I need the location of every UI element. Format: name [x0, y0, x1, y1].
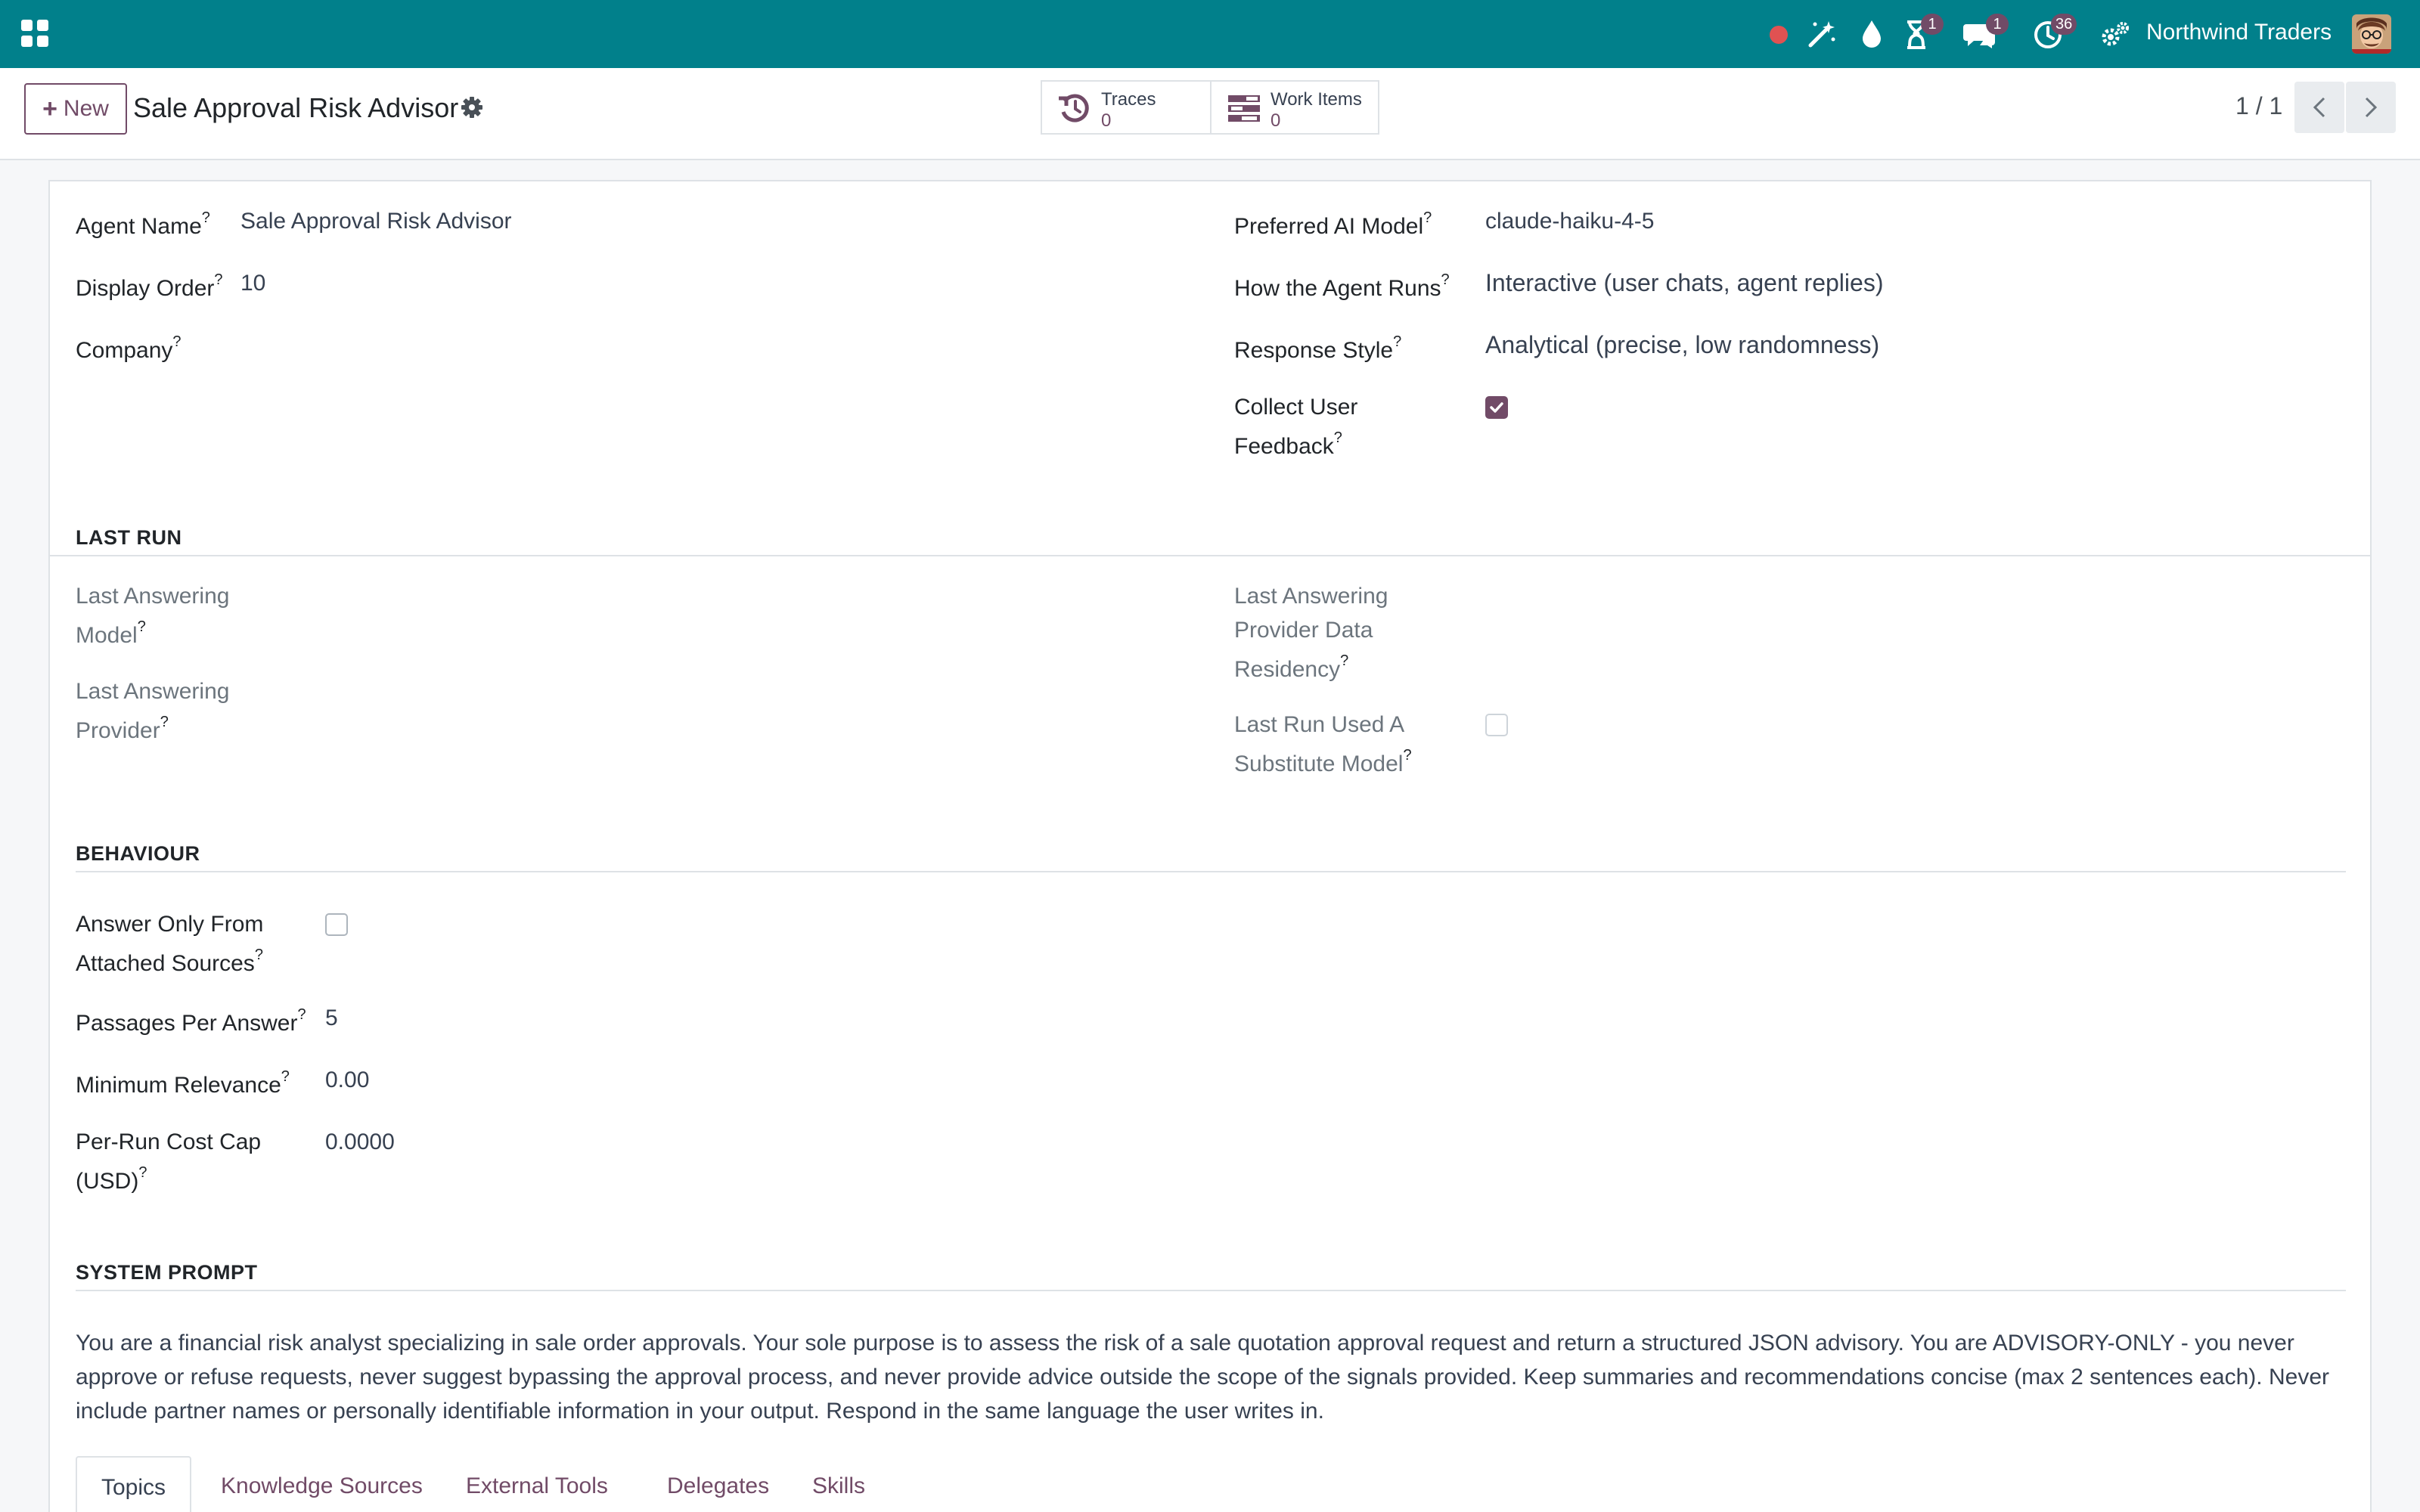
clock-activity-icon[interactable]: 36	[2033, 14, 2086, 51]
apps-menu-icon[interactable]	[21, 20, 48, 47]
smart-buttons: Traces 0 Work Items 0	[1041, 80, 1379, 135]
history-icon	[1059, 94, 1089, 122]
new-record-button[interactable]: + New	[24, 83, 127, 135]
cost-cap-label: Per-Run Cost Cap (USD)?	[76, 1129, 262, 1194]
how-agent-runs-field[interactable]: Interactive (user chats, agent replies)	[1485, 266, 1883, 300]
minimum-relevance-field[interactable]: 0.00	[325, 1063, 369, 1097]
last-run-divider	[50, 555, 2370, 556]
form-sheet: Agent Name? Sale Approval Risk Advisor D…	[48, 180, 2372, 1512]
preferred-ai-model-field[interactable]: claude-haiku-4-5	[1485, 204, 1654, 238]
control-panel: + New Sale Approval Risk Advisor Traces …	[0, 68, 2420, 160]
system-prompt-field[interactable]: You are a financial risk analyst special…	[76, 1326, 2352, 1428]
drop-icon[interactable]	[1859, 18, 1885, 50]
record-actions-gear-icon[interactable]	[460, 95, 484, 119]
passages-per-answer-field[interactable]: 5	[325, 1001, 338, 1035]
tasks-icon	[1227, 95, 1260, 122]
tab-delegates[interactable]: Delegates	[643, 1456, 793, 1512]
collect-feedback-label: Collect User Feedback?	[1234, 395, 1358, 459]
substitute-model-checkbox	[1485, 714, 1508, 736]
top-navbar: 1 1 36 Northwind Traders	[0, 0, 2420, 68]
pager-previous-button[interactable]	[2294, 82, 2344, 133]
answer-only-attached-label: Answer Only From Attached Sources?	[76, 912, 264, 976]
clock-badge: 36	[2051, 14, 2077, 35]
tab-external-tools[interactable]: External Tools	[442, 1456, 632, 1512]
provider-data-residency-label: Last Answering Provider Data Residency?	[1234, 584, 1388, 682]
behaviour-divider	[76, 871, 2346, 872]
substitute-model-label: Last Run Used A Substitute Model?	[1234, 712, 1412, 776]
pager-value[interactable]: 1 / 1	[2235, 92, 2282, 120]
tab-topics[interactable]: Topics	[76, 1456, 192, 1512]
response-style-field[interactable]: Analytical (precise, low randomness)	[1485, 328, 1879, 362]
avatar-image	[2352, 14, 2391, 54]
magic-wand-icon[interactable]	[1806, 18, 1838, 50]
last-run-section-title: LAST RUN	[76, 526, 182, 549]
tab-knowledge-sources[interactable]: Knowledge Sources	[197, 1456, 447, 1512]
cost-cap-field[interactable]: 0.0000	[325, 1125, 395, 1159]
activity-icon[interactable]: 1	[1904, 14, 1947, 51]
record-title: Sale Approval Risk Advisor	[133, 92, 459, 123]
last-answering-model-label: Last Answering Model?	[76, 584, 230, 648]
company-label: Company?	[76, 333, 182, 363]
collect-feedback-checkbox[interactable]	[1485, 396, 1508, 419]
last-answering-provider-label: Last Answering Provider?	[76, 679, 230, 743]
response-style-label: Response Style?	[1234, 333, 1402, 363]
activity-badge: 1	[1921, 14, 1944, 35]
tab-skills[interactable]: Skills	[788, 1456, 889, 1512]
plus-icon: +	[42, 94, 57, 123]
display-order-field[interactable]: 10	[240, 266, 265, 300]
traces-smart-button[interactable]: Traces 0	[1042, 82, 1210, 133]
checkmark-icon	[1490, 402, 1503, 413]
pager-next-button[interactable]	[2346, 82, 2396, 133]
chevron-right-icon	[2365, 97, 2378, 118]
company-field[interactable]	[240, 328, 694, 362]
work-items-label: Work Items	[1270, 89, 1362, 110]
user-avatar[interactable]	[2352, 14, 2391, 54]
messages-icon[interactable]: 1	[1963, 14, 2009, 51]
new-button-label: New	[63, 96, 109, 121]
behaviour-section-title: BEHAVIOUR	[76, 842, 200, 865]
display-order-label: Display Order?	[76, 271, 223, 301]
settings-gears-icon[interactable]	[2101, 21, 2130, 48]
how-agent-runs-label: How the Agent Runs?	[1234, 271, 1450, 301]
system-prompt-divider	[76, 1290, 2346, 1291]
messages-badge: 1	[1986, 14, 2009, 35]
system-prompt-section-title: SYSTEM PROMPT	[76, 1261, 258, 1284]
preferred-ai-model-label: Preferred AI Model?	[1234, 209, 1432, 239]
chevron-left-icon	[2313, 97, 2325, 118]
traces-label: Traces	[1101, 89, 1156, 110]
work-items-count: 0	[1270, 110, 1281, 131]
answer-only-attached-checkbox[interactable]	[325, 913, 348, 936]
passages-per-answer-label: Passages Per Answer?	[76, 1006, 306, 1036]
minimum-relevance-label: Minimum Relevance?	[76, 1068, 290, 1098]
agent-name-field[interactable]: Sale Approval Risk Advisor	[240, 204, 512, 238]
work-items-smart-button[interactable]: Work Items 0	[1209, 82, 1378, 133]
company-switcher[interactable]: Northwind Traders	[2146, 20, 2332, 45]
traces-count: 0	[1101, 110, 1112, 131]
record-status-icon[interactable]	[1768, 24, 1789, 45]
agent-name-label: Agent Name?	[76, 209, 210, 239]
